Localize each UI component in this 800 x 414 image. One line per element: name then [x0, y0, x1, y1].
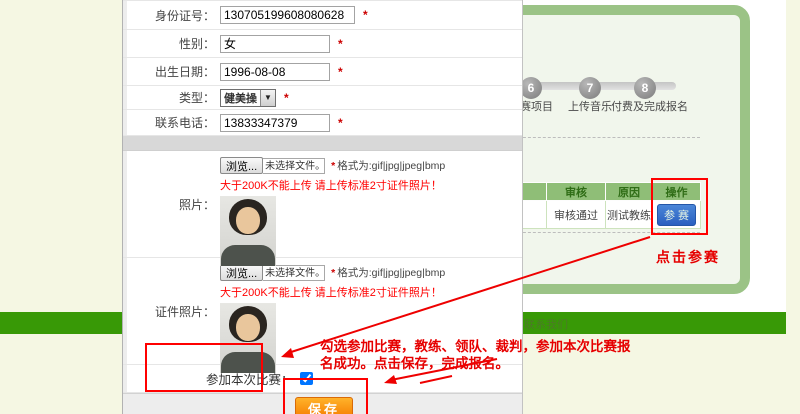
birth-date-field[interactable]: [220, 63, 330, 81]
id-number-field[interactable]: [220, 6, 355, 24]
required-mark: *: [284, 91, 289, 105]
header-cell-reason: 原因: [606, 183, 653, 201]
cert-photo-file-name: 未选择文件。: [263, 265, 325, 281]
photo-size-warning: 大于200K不能上传 请上传标准2寸证件照片！: [220, 177, 445, 193]
photo-label: 照片：: [128, 196, 220, 213]
type-select[interactable]: 健美操 ▼: [220, 89, 276, 107]
step-6-circle: 6: [520, 77, 542, 99]
form-row-birth-date: 出生日期： *: [123, 58, 522, 86]
phone-field[interactable]: [220, 114, 330, 132]
portrait-body: [221, 245, 275, 266]
birth-date-label: 出生日期：: [128, 63, 220, 80]
photo-upload-section: 照片： 浏览... 未选择文件。 *格式为:gif|jpg|jpeg|bmp 大…: [123, 151, 522, 258]
type-select-value: 健美操: [221, 90, 260, 106]
annotation-instruction-line1: 勾选参加比赛，教练、领队、裁判，参加本次比赛报: [320, 338, 631, 355]
cert-photo-browse-button[interactable]: 浏览...: [220, 264, 263, 281]
cert-photo-label: 证件照片：: [128, 303, 220, 320]
required-mark: *: [331, 267, 335, 279]
form-row-phone: 联系电话： *: [123, 110, 522, 136]
cell-audit-status: 审核通过: [547, 201, 606, 229]
required-mark: *: [338, 37, 343, 51]
header-cell-audit: 审核: [547, 183, 606, 201]
step-7-circle: 7: [579, 77, 601, 99]
required-mark: *: [331, 160, 335, 172]
chevron-down-icon[interactable]: ▼: [260, 90, 275, 106]
portrait-photo: [220, 196, 276, 266]
type-label: 类型：: [128, 89, 220, 106]
photo-format-note: 格式为:gif|jpg|jpeg|bmp: [337, 160, 445, 172]
cert-photo-format-note: 格式为:gif|jpg|jpeg|bmp: [337, 267, 445, 279]
step-8-label: 付费及完成报名: [611, 98, 688, 114]
photo-browse-button[interactable]: 浏览...: [220, 157, 263, 174]
portrait-face: [236, 207, 260, 234]
id-number-label: 身份证号：: [128, 7, 220, 24]
annotation-rect-action-column: [651, 178, 708, 235]
form-row-type: 类型： 健美操 ▼ *: [123, 86, 522, 110]
form-row-gender: 性别： *: [123, 30, 522, 58]
footer-contact-link[interactable]: 联系我们: [524, 316, 568, 332]
annotation-rect-save: [283, 378, 368, 414]
step-8-circle: 8: [634, 77, 656, 99]
annotation-click-join: 点击参赛: [656, 247, 720, 267]
annotation-rect-checkbox: [145, 343, 263, 392]
page: 6 7 8 参赛项目 上传音乐 付费及完成报名 审核 原因 操作 审核通过 测试…: [0, 0, 800, 414]
dashed-separator-top: [508, 137, 700, 138]
portrait-face: [236, 314, 260, 341]
gender-label: 性别：: [128, 35, 220, 52]
cert-photo-size-warning: 大于200K不能上传 请上传标准2寸证件照片！: [220, 284, 445, 300]
section-divider: [123, 136, 522, 151]
required-mark: *: [338, 65, 343, 79]
photo-file-name: 未选择文件。: [263, 158, 325, 174]
phone-label: 联系电话：: [128, 114, 220, 131]
required-mark: *: [338, 116, 343, 130]
cell-reason: 测试教练: [606, 201, 653, 229]
required-mark: *: [363, 8, 368, 22]
gender-field[interactable]: [220, 35, 330, 53]
annotation-instruction: 勾选参加比赛，教练、领队、裁判，参加本次比赛报 名成功。点击保存，完成报名。: [320, 338, 631, 372]
step-7-label: 上传音乐: [568, 98, 612, 114]
form-row-id-number: 身份证号： *: [123, 0, 522, 30]
annotation-instruction-line2: 名成功。点击保存，完成报名。: [320, 355, 631, 372]
